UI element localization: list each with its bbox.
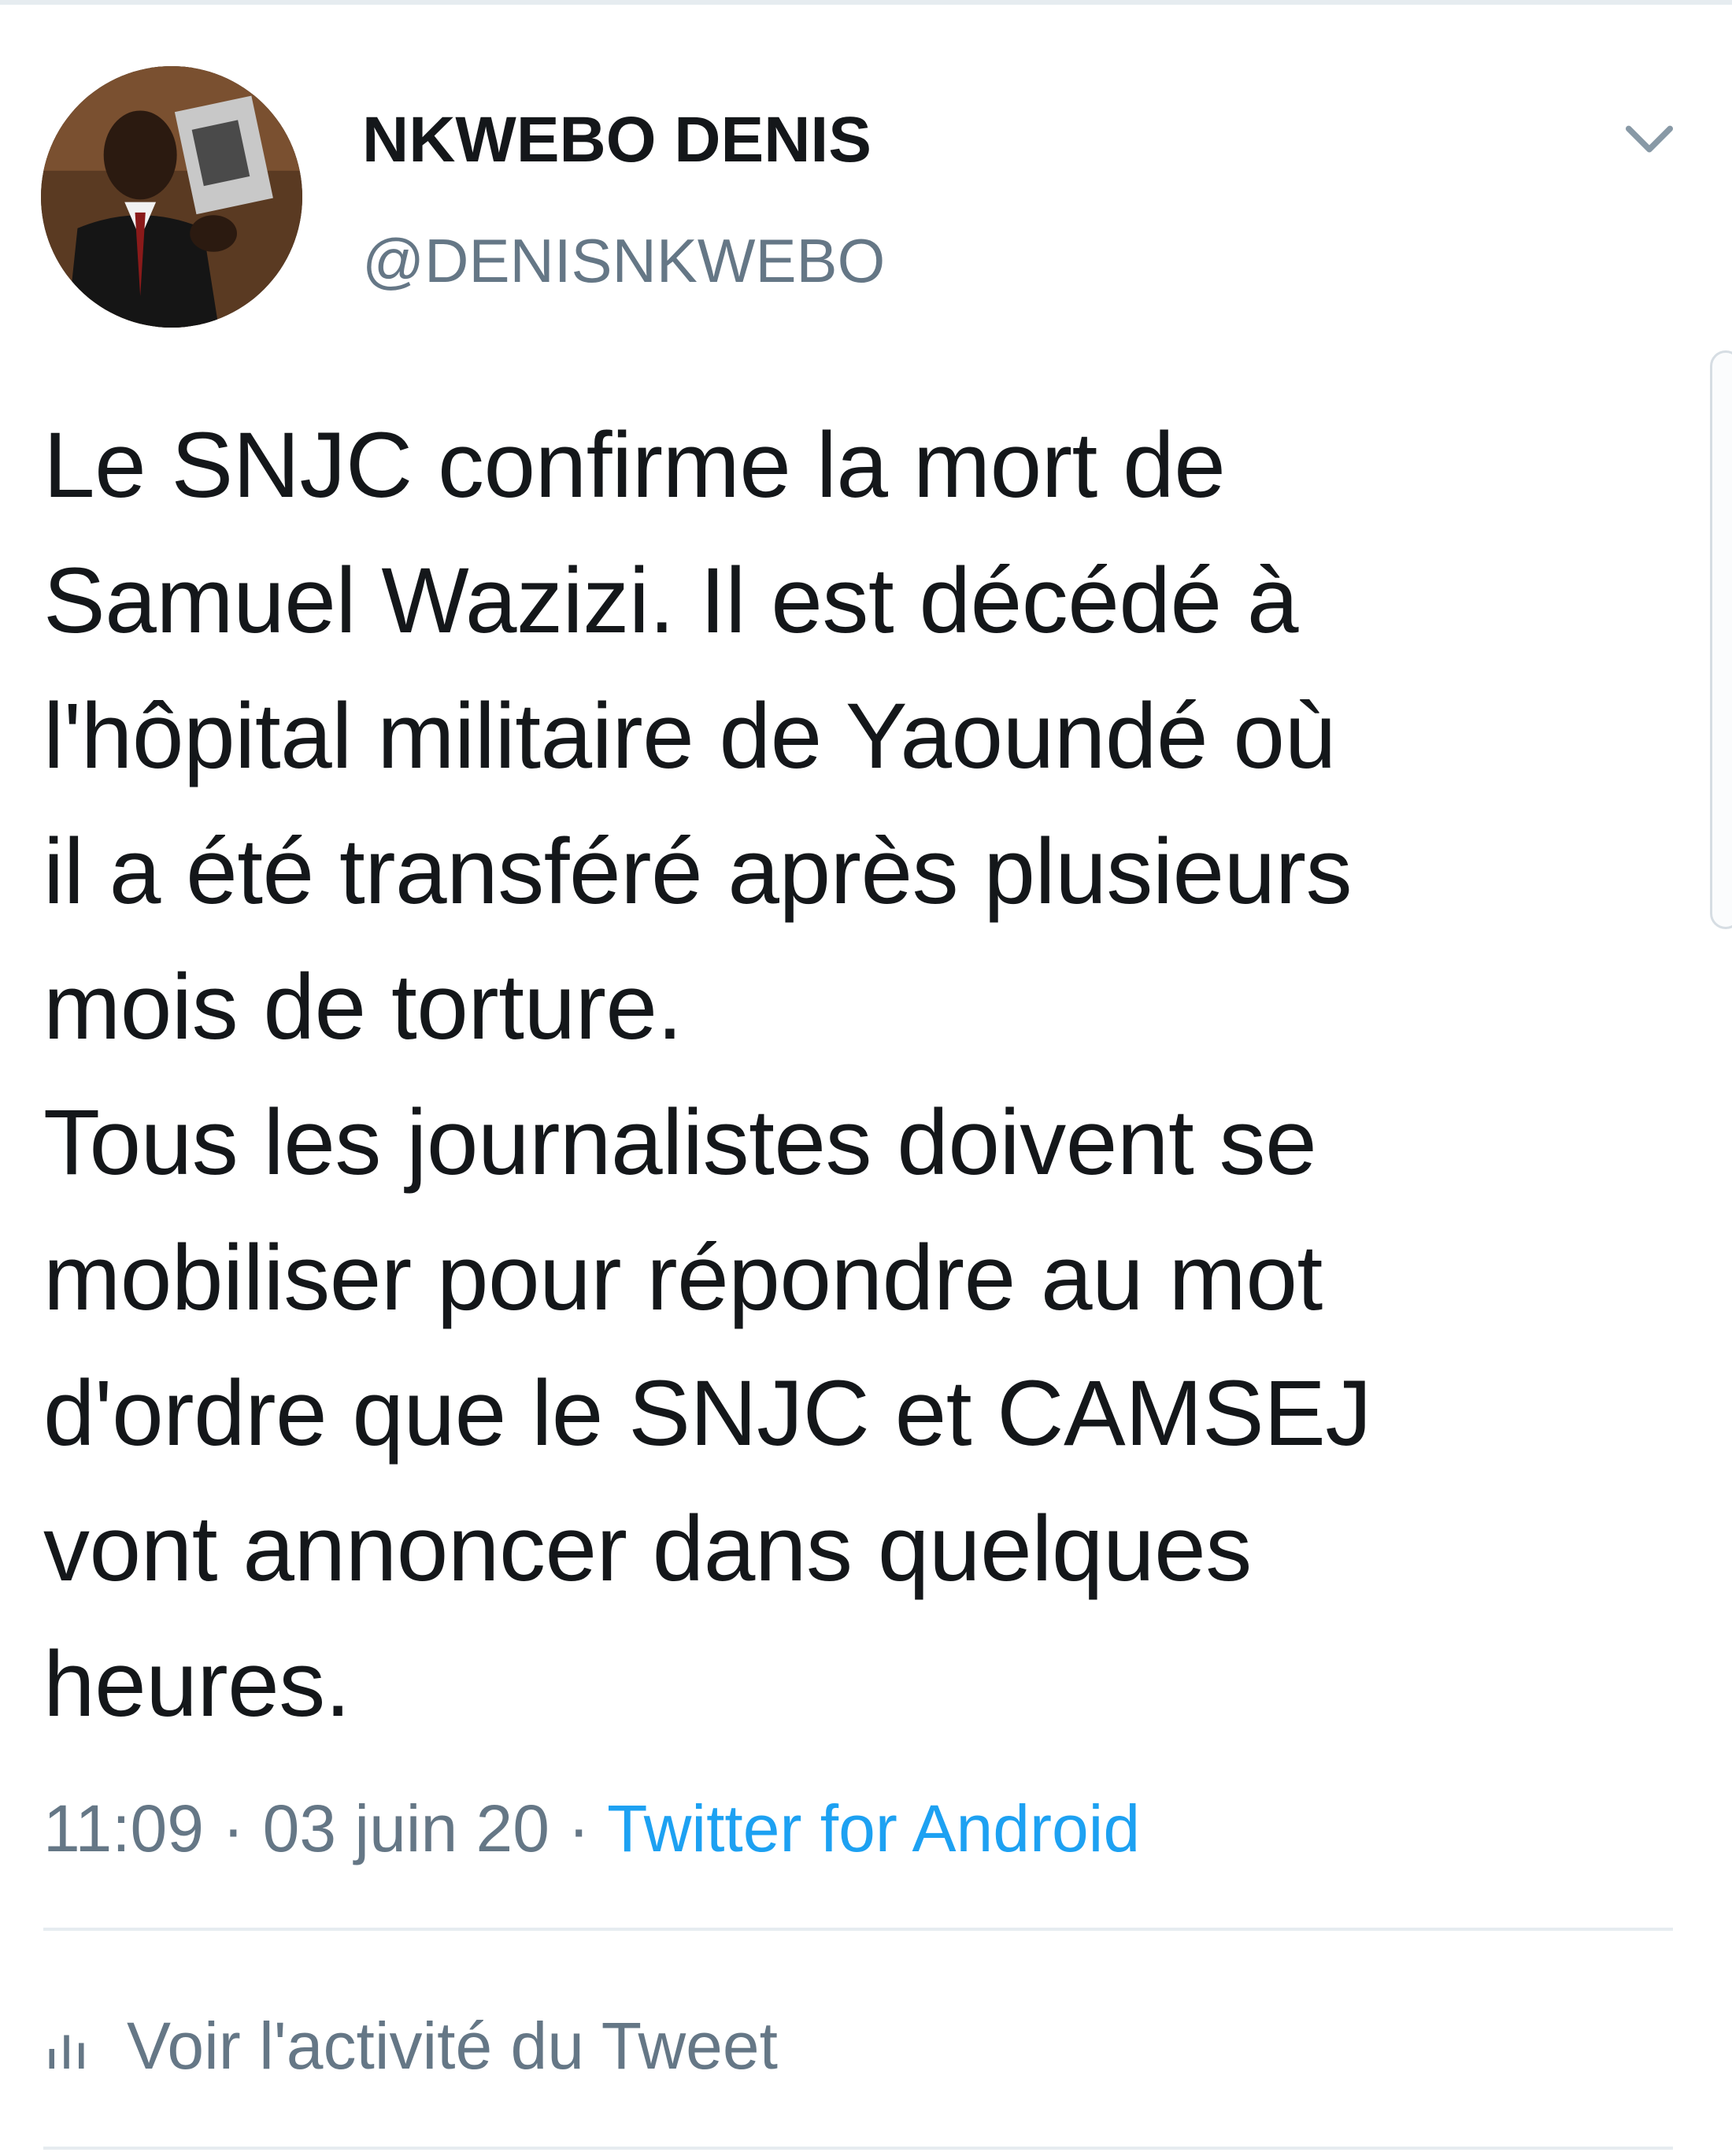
scroll-edge [1710,350,1732,929]
analytics-bars-icon [43,2025,91,2073]
meta-separator: · [549,1791,608,1865]
tweet-metadata: 11:09 · 03 juin 20 · Twitter for Android [43,1789,1140,1868]
meta-separator: · [203,1791,263,1865]
divider [43,1928,1673,1931]
tweet-source-link[interactable]: Twitter for Android [607,1791,1140,1865]
tweet-menu-button[interactable] [1622,117,1677,164]
author-display-name[interactable]: NKWEBO DENIS [362,102,872,178]
tweet-text: Le SNJC confirme la mort de Samuel Waziz… [43,413,1371,1736]
view-tweet-activity-button[interactable]: Voir l'activité du Tweet [43,2006,778,2085]
tweet-date[interactable]: 03 juin 20 [263,1791,550,1865]
chevron-down-icon [1625,125,1674,153]
tweet-card: NKWEBO DENIS @DENISNKWEBO Le SNJC confir… [0,0,1732,2156]
activity-label: Voir l'activité du Tweet [127,2008,778,2083]
bottom-divider [43,2147,1673,2150]
author-handle[interactable]: @DENISNKWEBO [362,224,885,297]
author-avatar[interactable] [41,66,302,328]
tweet-time[interactable]: 11:09 [43,1791,204,1865]
user-avatar-photo-icon [41,66,302,328]
